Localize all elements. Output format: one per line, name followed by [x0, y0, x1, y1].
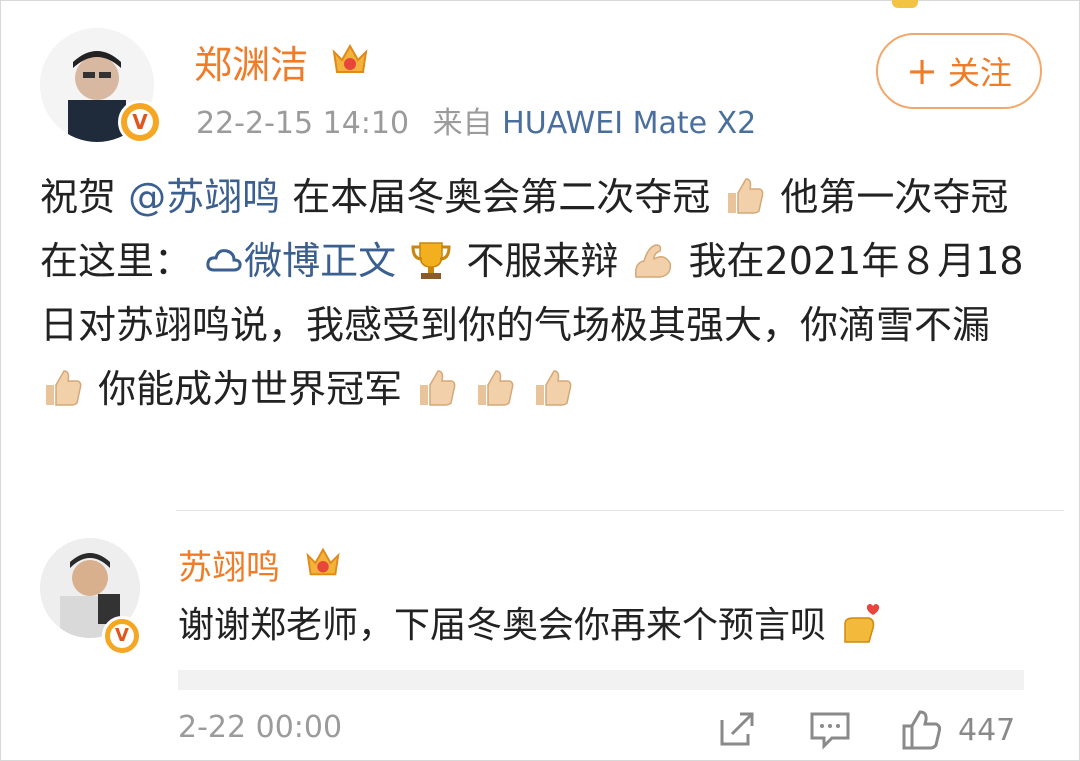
follow-label: 关注	[947, 54, 1012, 92]
plus-icon: +	[906, 49, 938, 93]
trophy-emoji-icon	[411, 241, 451, 279]
post-timestamp: 22-2-15 14:10	[196, 106, 410, 141]
author-name[interactable]: 郑渊洁	[194, 34, 308, 89]
vip-crown-icon	[306, 547, 340, 576]
mention-link[interactable]: @苏翊鸣	[128, 175, 280, 219]
post-text-segment: 在本届冬奥会第二次夺冠	[292, 175, 711, 219]
thumbs-up-emoji-icon	[536, 369, 572, 406]
reply-text-content: 谢谢郑老师，下届冬奥会你再来个预言呗	[178, 605, 827, 646]
muscle-emoji-icon	[635, 243, 672, 278]
link-label: 微博正文	[244, 239, 397, 283]
share-icon[interactable]	[716, 708, 758, 750]
top-decoration	[760, 0, 940, 8]
post-text-segment: 不服来辩	[466, 239, 619, 283]
source-prefix: 来自	[432, 106, 493, 141]
finger-heart-emoji-icon	[844, 604, 880, 643]
verified-badge-icon: V	[102, 616, 142, 656]
post-text-segment: 祝贺	[40, 175, 117, 219]
post-text-segment: 你能成为世界冠军	[98, 367, 403, 411]
post-text: 祝贺 @苏翊鸣 在本届冬奥会第二次夺冠 他第一次夺冠在这里： 微博正文 不服来辩…	[40, 165, 1040, 421]
reply-author-name[interactable]: 苏翊鸣	[178, 540, 280, 589]
thumbs-up-emoji-icon	[46, 369, 82, 406]
like-thumb-icon	[902, 710, 942, 750]
reply-divider	[176, 510, 1064, 511]
like-count: 447	[958, 712, 1016, 748]
reply-preview-bar	[178, 670, 1024, 690]
verified-badge-icon: V	[118, 100, 162, 144]
device-name[interactable]: HUAWEI Mate X2	[502, 106, 756, 141]
thumbs-up-emoji-icon	[478, 369, 514, 406]
reply-text: 谢谢郑老师，下届冬奥会你再来个预言呗	[178, 596, 883, 650]
thumbs-up-emoji-icon	[420, 369, 456, 406]
weibo-link[interactable]: 微博正文	[204, 239, 408, 283]
comment-icon[interactable]	[808, 708, 852, 750]
reply-timestamp: 2-22 00:00	[178, 710, 343, 745]
link-cloud-icon	[206, 248, 242, 271]
thumbs-up-emoji-icon	[728, 177, 764, 214]
like-button[interactable]: 447	[900, 708, 1015, 752]
vip-crown-icon	[332, 43, 368, 73]
post-meta: 22-2-15 14:10 来自 HUAWEI Mate X2	[196, 98, 756, 142]
follow-button[interactable]: + 关注	[876, 33, 1042, 109]
